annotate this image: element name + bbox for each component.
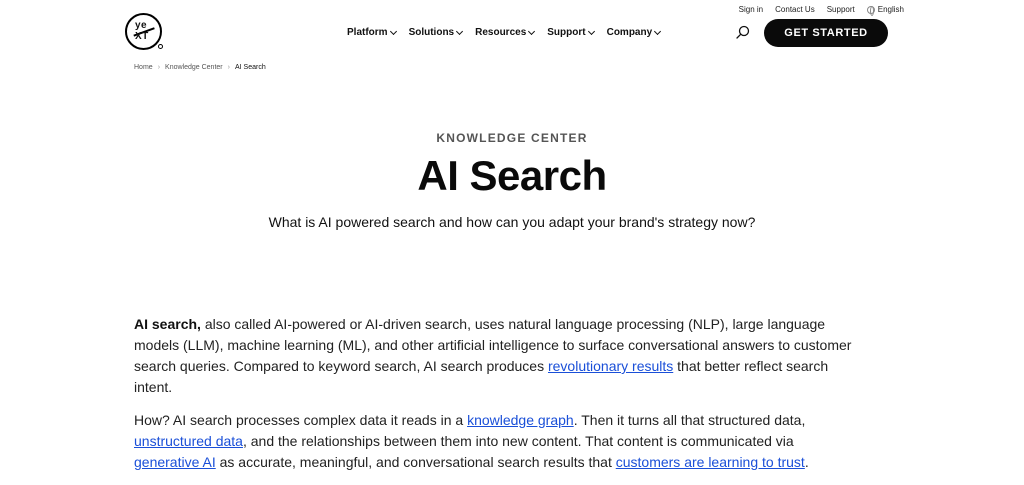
language-label: English	[877, 5, 904, 14]
revolutionary-results-link[interactable]: revolutionary results	[548, 358, 673, 374]
nav-label: Platform	[347, 27, 388, 38]
nav-label: Company	[606, 27, 653, 38]
nav-item-solutions[interactable]: Solutions	[408, 27, 464, 38]
intro-paragraph: AI search, also called AI-powered or AI-…	[134, 314, 854, 398]
chevron-down-icon	[654, 27, 662, 35]
nav-item-resources[interactable]: Resources	[475, 27, 536, 38]
logo-text-bottom: XT	[135, 31, 149, 42]
nav-item-company[interactable]: Company	[606, 27, 662, 38]
page-title: AI Search	[417, 152, 607, 199]
breadcrumb-knowledge-center[interactable]: Knowledge Center	[165, 64, 223, 71]
page-subtitle: What is AI powered search and how can yo…	[268, 214, 756, 230]
sign-in-link[interactable]: Sign in	[739, 5, 763, 14]
breadcrumb-current: AI Search	[234, 64, 266, 71]
breadcrumb-home[interactable]: Home	[134, 64, 153, 71]
paragraph-text: , and the relationships between them int…	[242, 433, 794, 449]
nav-label: Solutions	[408, 27, 455, 38]
unstructured-data-link[interactable]: unstructured data	[134, 433, 243, 449]
nav-item-support[interactable]: Support	[547, 27, 595, 38]
globe-icon	[866, 5, 875, 16]
support-link[interactable]: Support	[827, 5, 855, 14]
breadcrumb-separator: ›	[227, 64, 230, 71]
chevron-down-icon	[528, 27, 536, 35]
registered-mark-icon	[158, 44, 163, 49]
lead-term: AI search,	[134, 316, 201, 332]
paragraph-text: How? AI search processes complex data it…	[134, 412, 468, 428]
get-started-button[interactable]: GET STARTED	[764, 19, 888, 47]
customers-trust-link[interactable]: customers are learning to trust	[616, 454, 805, 470]
breadcrumb: Home › Knowledge Center › AI Search	[134, 64, 266, 71]
knowledge-graph-link[interactable]: knowledge graph	[467, 412, 574, 428]
nav-label: Resources	[475, 27, 527, 38]
chevron-down-icon	[456, 27, 464, 35]
generative-ai-link[interactable]: generative AI	[134, 454, 216, 470]
paragraph-text: as accurate, meaningful, and conversatio…	[215, 454, 616, 470]
contact-us-link[interactable]: Contact Us	[775, 5, 815, 14]
eyebrow-label: KNOWLEDGE CENTER	[436, 131, 588, 145]
yext-logo[interactable]: ye XT	[125, 13, 162, 50]
chevron-down-icon	[389, 27, 397, 35]
breadcrumb-separator: ›	[157, 64, 161, 71]
paragraph-text: . Then it turns all that structured data…	[573, 412, 806, 428]
language-selector[interactable]: English	[866, 5, 904, 16]
chevron-down-icon	[587, 27, 595, 35]
nav-label: Support	[547, 27, 586, 38]
main-nav: Platform Solutions Resources Support Com…	[347, 27, 662, 38]
how-paragraph: How? AI search processes complex data it…	[134, 410, 854, 473]
search-icon[interactable]	[736, 25, 750, 39]
nav-item-platform[interactable]: Platform	[347, 27, 397, 38]
utility-bar: Sign in Contact Us Support English	[739, 5, 904, 16]
paragraph-text: .	[804, 454, 809, 470]
